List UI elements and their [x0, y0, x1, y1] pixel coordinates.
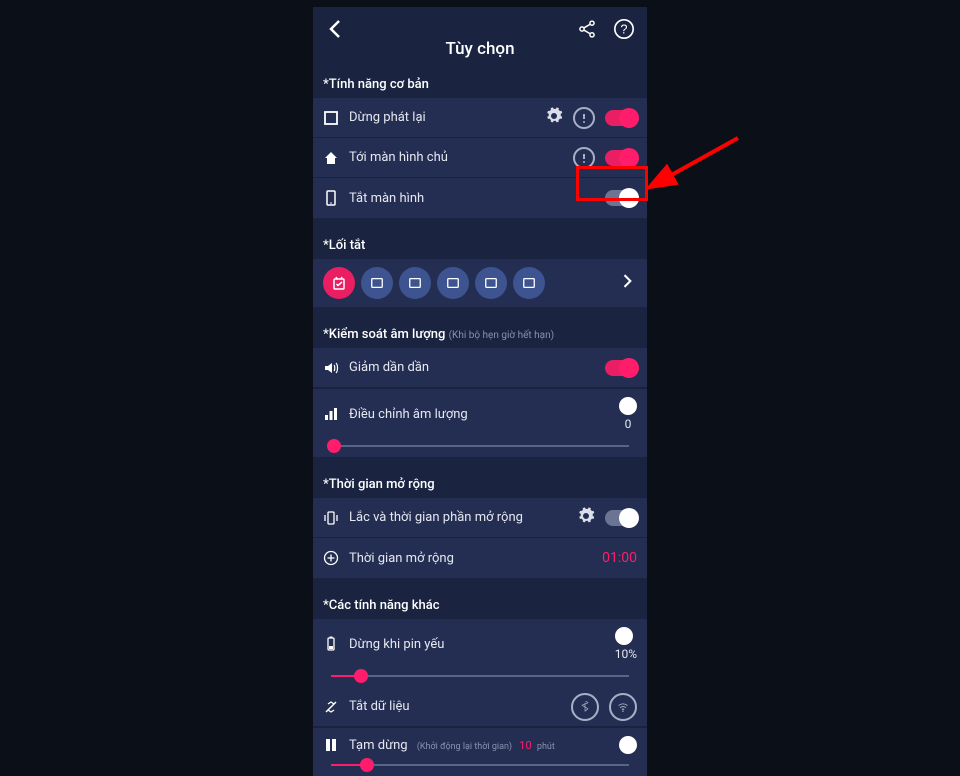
- section-extend: *Thời gian mở rộng Lắc và thời gian phần…: [313, 471, 647, 578]
- row-volume-adjust[interactable]: Điều chỉnh âm lượng 0: [313, 388, 647, 457]
- gear-icon[interactable]: [577, 507, 595, 529]
- toggle-shake[interactable]: [605, 510, 637, 526]
- section-header-extend: *Thời gian mở rộng: [313, 471, 647, 498]
- bluetooth-icon[interactable]: [571, 693, 599, 721]
- row-low-battery[interactable]: Dừng khi pin yếu 10%: [313, 619, 647, 687]
- row-extend-time[interactable]: Thời gian mở rộng 01:00: [313, 538, 647, 578]
- shortcuts-row[interactable]: [313, 259, 647, 307]
- toggle-volume-adjust[interactable]: [619, 397, 637, 415]
- row-label: Tắt màn hình: [349, 191, 605, 206]
- annotation-highlight: [576, 166, 648, 201]
- section-header-basic: *Tính năng cơ bản: [313, 71, 647, 98]
- low-battery-value: 10%: [615, 647, 637, 661]
- volume-value: 0: [619, 417, 637, 431]
- vibrate-icon: [323, 510, 339, 526]
- row-label: Tắt dữ liệu: [349, 699, 571, 714]
- volume-icon: [323, 360, 339, 376]
- annotation-arrow: [648, 130, 748, 200]
- shortcut-slot-active[interactable]: [323, 267, 355, 299]
- row-fade[interactable]: Giảm dần dần: [313, 348, 647, 388]
- battery-slider[interactable]: [331, 675, 629, 677]
- stop-icon: [323, 110, 339, 126]
- shortcut-slot-empty[interactable]: [437, 267, 469, 299]
- shortcut-slot-empty[interactable]: [399, 267, 431, 299]
- section-shortcut: *Lối tắt: [313, 232, 647, 307]
- alert-icon[interactable]: [573, 107, 595, 129]
- pause-slider[interactable]: [331, 764, 629, 766]
- row-pause[interactable]: Tạm dừng (Khởi động lại thời gian) 10 ph…: [313, 727, 647, 776]
- svg-text:?: ?: [620, 22, 627, 37]
- phone-screen: ? Tùy chọn *Tính năng cơ bản Dừng phát l…: [313, 7, 647, 728]
- section-other: *Các tính năng khác Dừng khi pin yếu 10%: [313, 592, 647, 776]
- toggle-fade[interactable]: [605, 360, 637, 376]
- phone-icon: [323, 190, 339, 206]
- row-label: Giảm dần dần: [349, 360, 605, 375]
- home-icon: [323, 150, 339, 166]
- shortcut-slot-empty[interactable]: [475, 267, 507, 299]
- extend-time-value: 01:00: [602, 550, 637, 566]
- row-label: Dừng khi pin yếu: [349, 637, 615, 652]
- section-header-other: *Các tính năng khác: [313, 592, 647, 619]
- row-label: Điều chỉnh âm lượng: [349, 407, 619, 422]
- row-label: Lắc và thời gian phần mở rộng: [349, 510, 577, 525]
- page-title: Tùy chọn: [313, 39, 647, 59]
- row-label: Tạm dừng (Khởi động lại thời gian) 10 ph…: [349, 738, 619, 753]
- bars-icon: [323, 406, 339, 422]
- pause-icon: [323, 737, 339, 753]
- toggle-stop-playback[interactable]: [605, 110, 637, 126]
- shortcut-slot-empty[interactable]: [513, 267, 545, 299]
- row-label: Thời gian mở rộng: [349, 551, 602, 566]
- gear-icon[interactable]: [545, 107, 563, 129]
- wifi-icon[interactable]: [609, 693, 637, 721]
- section-volume: *Kiểm soát âm lượng (Khi bộ hẹn giờ hết …: [313, 321, 647, 457]
- row-label: Dừng phát lại: [349, 110, 545, 125]
- row-data-off[interactable]: Tắt dữ liệu: [313, 687, 647, 727]
- toggle-low-battery[interactable]: [615, 627, 633, 645]
- plus-circle-icon: [323, 550, 339, 566]
- section-header-volume: *Kiểm soát âm lượng (Khi bộ hẹn giờ hết …: [313, 321, 647, 348]
- section-header-shortcut: *Lối tắt: [313, 232, 647, 259]
- chevron-right-icon[interactable]: [617, 271, 637, 295]
- row-stop-playback[interactable]: Dừng phát lại: [313, 98, 647, 138]
- toggle-home[interactable]: [605, 150, 637, 166]
- volume-slider[interactable]: [331, 445, 629, 447]
- row-label: Tới màn hình chủ: [349, 150, 573, 165]
- toggle-pause[interactable]: [619, 736, 637, 754]
- data-off-icon: [323, 699, 339, 715]
- battery-icon: [323, 636, 339, 652]
- row-shake[interactable]: Lắc và thời gian phần mở rộng: [313, 498, 647, 538]
- shortcut-slot-empty[interactable]: [361, 267, 393, 299]
